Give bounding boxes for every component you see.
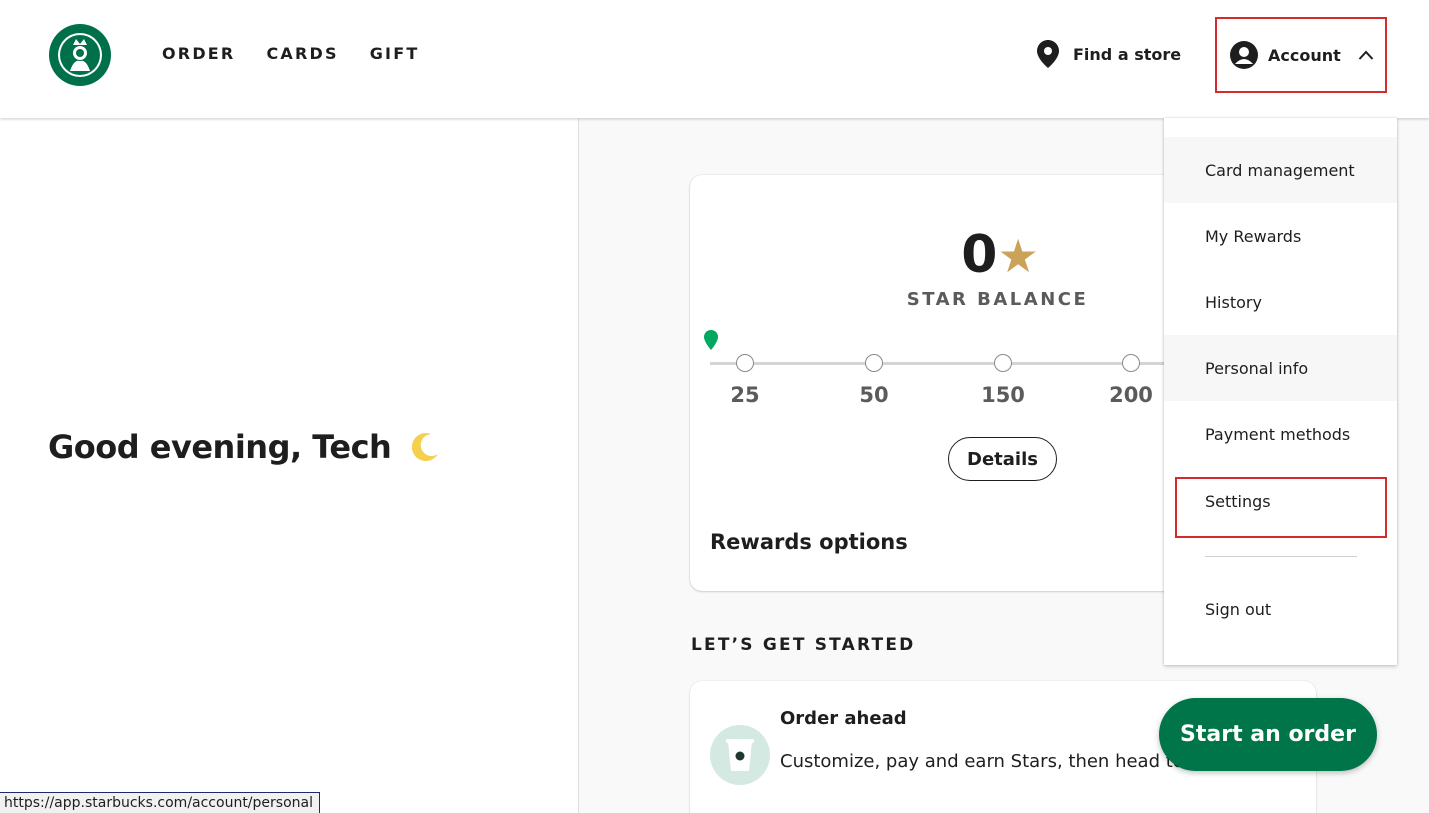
status-bar-url: https://app.starbucks.com/account/person…: [0, 792, 320, 813]
tick-50: [865, 354, 883, 372]
tick-label-50: 50: [859, 383, 889, 407]
location-pin-icon: [1037, 40, 1059, 68]
lets-get-started-heading: LET’S GET STARTED: [691, 635, 916, 655]
details-button[interactable]: Details: [948, 437, 1057, 481]
chevron-up-icon: [1358, 50, 1374, 60]
main-nav: ORDER CARDS GIFT: [162, 44, 419, 63]
cup-icon: [710, 725, 770, 785]
star-count-value: 0: [961, 225, 998, 285]
settings-highlight: [1175, 477, 1387, 538]
nav-cards[interactable]: CARDS: [266, 44, 338, 63]
rewards-card: 0★ STAR BALANCE 25 50 150 200 Details Re…: [690, 175, 1230, 591]
tick-150: [994, 354, 1012, 372]
account-label: Account: [1268, 45, 1341, 65]
site-header: ORDER CARDS GIFT Find a store Account: [0, 0, 1429, 118]
nav-gift[interactable]: GIFT: [370, 44, 420, 63]
rewards-progress-track: [710, 362, 1230, 365]
user-icon: [1230, 41, 1258, 69]
menu-item-personal-info[interactable]: Personal info: [1164, 335, 1397, 401]
find-store-link[interactable]: Find a store: [1037, 40, 1181, 68]
menu-divider: [1205, 556, 1357, 557]
order-ahead-title: Order ahead: [780, 708, 907, 729]
moon-icon: [412, 433, 439, 462]
rewards-options-title: Rewards options: [710, 530, 908, 554]
tick-200: [1122, 354, 1140, 372]
tick-label-25: 25: [730, 383, 760, 407]
menu-item-payment-methods[interactable]: Payment methods: [1164, 401, 1397, 467]
find-store-label: Find a store: [1073, 44, 1182, 64]
menu-item-history[interactable]: History: [1164, 269, 1397, 335]
nav-order[interactable]: ORDER: [162, 44, 235, 63]
menu-item-sign-out[interactable]: Sign out: [1164, 576, 1397, 642]
greeting-text: Good evening, Tech: [48, 428, 392, 466]
star-icon: ★: [997, 230, 1039, 282]
progress-marker-icon: [704, 330, 718, 350]
menu-item-card-management[interactable]: Card management: [1164, 137, 1397, 203]
account-dropdown-menu: Card management My Rewards History Perso…: [1164, 118, 1397, 665]
greeting: Good evening, Tech: [48, 428, 441, 466]
tick-25: [736, 354, 754, 372]
tick-label-200: 200: [1109, 383, 1153, 407]
account-button[interactable]: Account: [1215, 17, 1387, 93]
starbucks-logo[interactable]: [48, 23, 112, 87]
menu-item-my-rewards[interactable]: My Rewards: [1164, 203, 1397, 269]
start-order-button[interactable]: Start an order: [1159, 698, 1377, 771]
tick-label-150: 150: [981, 383, 1025, 407]
